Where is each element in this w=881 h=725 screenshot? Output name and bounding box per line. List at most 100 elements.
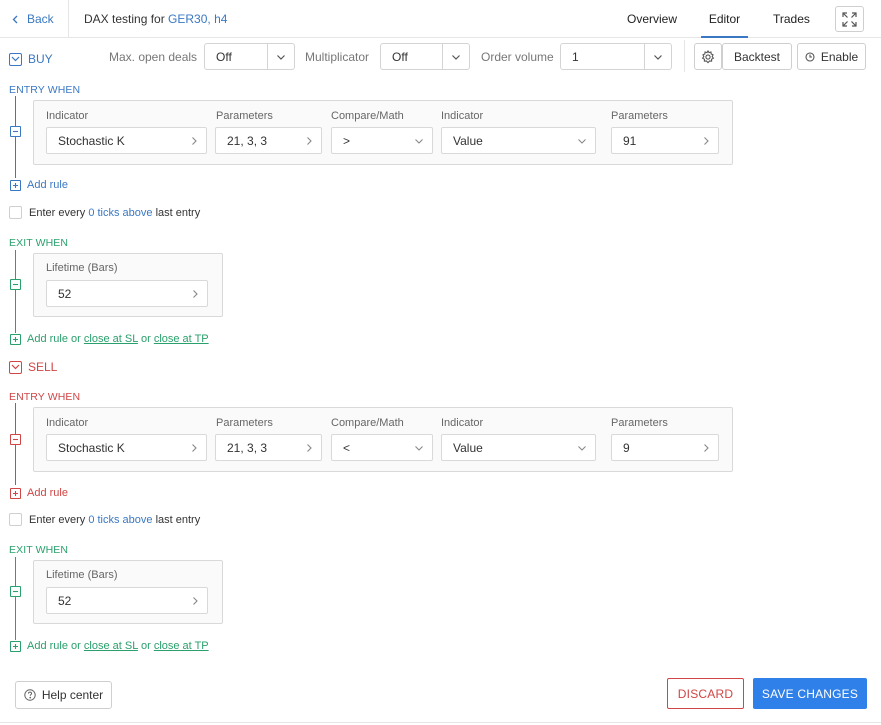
plus-icon[interactable]: [10, 333, 21, 345]
close-at-sl-link[interactable]: close at SL: [84, 333, 138, 345]
plus-icon: [10, 179, 21, 191]
parameters-field[interactable]: 21, 3, 3: [215, 434, 322, 461]
multiplicator-select[interactable]: Off: [380, 43, 470, 70]
backtest-button[interactable]: Backtest: [722, 43, 792, 70]
plus-icon[interactable]: [10, 640, 21, 652]
rule-label-compare: Compare/Math: [331, 417, 404, 429]
chevron-down-icon: [415, 139, 423, 144]
exit-add-text: Add rule or close at SL or close at TP: [27, 640, 209, 652]
parameters-field[interactable]: 21, 3, 3: [215, 127, 322, 154]
sell-add-rule-button[interactable]: Add rule: [10, 487, 68, 499]
ticks-link[interactable]: 0 ticks above: [88, 514, 152, 526]
instrument-link[interactable]: GER30, h4: [168, 12, 227, 26]
sell-exit-add-row: Add rule or close at SL or close at TP: [10, 640, 209, 652]
minus-icon: [13, 283, 18, 286]
chevron-right-icon: [704, 137, 709, 145]
tab-overview[interactable]: Overview: [627, 0, 677, 38]
gear-icon: [701, 49, 715, 63]
order-volume-label: Order volume: [481, 50, 554, 64]
rule-label-indicator2: Indicator: [441, 110, 484, 122]
sell-entry-collapse-button[interactable]: [10, 434, 21, 445]
chevron-down-icon: [578, 446, 586, 451]
buy-exit-collapse-button[interactable]: [10, 279, 21, 290]
page-title: DAX testing for GER30, h4: [84, 12, 227, 26]
chevron-right-icon: [307, 444, 312, 452]
fullscreen-button[interactable]: [835, 6, 864, 32]
sell-toggle[interactable]: SELL: [9, 360, 57, 374]
enable-label: Enable: [820, 49, 859, 64]
buy-chevron-icon: [9, 52, 22, 66]
back-button[interactable]: Back: [0, 0, 69, 38]
compare-value: >: [343, 134, 351, 148]
indicator2-value: Value: [453, 134, 483, 148]
minus-icon: [13, 130, 18, 133]
chevron-down-icon: [654, 55, 662, 60]
close-at-tp-link[interactable]: close at TP: [154, 333, 209, 345]
sell-label: SELL: [28, 360, 58, 374]
buy-entry-collapse-button[interactable]: [10, 126, 21, 137]
buy-toggle[interactable]: BUY: [9, 52, 53, 66]
indicator-field[interactable]: Stochastic K: [46, 127, 207, 154]
minus-icon: [13, 438, 18, 441]
enter-every-text: Enter every 0 ticks above last entry: [29, 513, 201, 526]
exit-add-text: Add rule or close at SL or close at TP: [27, 333, 209, 345]
buy-exit-connector: [15, 250, 16, 333]
close-at-sl-link[interactable]: close at SL: [84, 640, 138, 652]
exit-add-rule-link[interactable]: Add rule: [27, 333, 68, 345]
enter-every-text: Enter every 0 ticks above last entry: [29, 206, 201, 219]
chevron-left-icon: [12, 15, 18, 23]
buy-exit-add-row: Add rule or close at SL or close at TP: [10, 333, 209, 345]
indicator2-value: Value: [453, 441, 483, 455]
compare-select[interactable]: >: [331, 127, 433, 154]
enter-every-checkbox[interactable]: [9, 513, 22, 526]
settings-button[interactable]: [694, 43, 722, 70]
enable-button[interactable]: Enable: [797, 43, 866, 70]
ticks-link[interactable]: 0 ticks above: [88, 207, 152, 219]
add-rule-label: Add rule: [27, 179, 68, 191]
sell-exit-collapse-button[interactable]: [10, 586, 21, 597]
lifetime-value: 52: [58, 287, 72, 301]
lifetime-label: Lifetime (Bars): [46, 569, 118, 581]
indicator-value: Stochastic K: [58, 134, 125, 148]
chevron-down-icon: [452, 55, 460, 60]
lifetime-field[interactable]: 52: [46, 280, 208, 307]
lifetime-field[interactable]: 52: [46, 587, 208, 614]
indicator2-select[interactable]: Value: [441, 434, 596, 461]
compare-select[interactable]: <: [331, 434, 433, 461]
rule-label-compare: Compare/Math: [331, 110, 404, 122]
parameters2-field[interactable]: 91: [611, 127, 719, 154]
indicator-field[interactable]: Stochastic K: [46, 434, 207, 461]
close-at-tp-link[interactable]: close at TP: [154, 640, 209, 652]
help-icon: [24, 689, 36, 701]
save-changes-button[interactable]: SAVE CHANGES: [753, 678, 867, 709]
backtest-label: Backtest: [733, 49, 781, 64]
indicator2-select[interactable]: Value: [441, 127, 596, 154]
indicator-value: Stochastic K: [58, 441, 125, 455]
rule-label-parameters2: Parameters: [611, 417, 668, 429]
multiplicator-label: Multiplicator: [305, 50, 370, 64]
minus-icon: [13, 590, 18, 593]
order-volume-select[interactable]: 1: [560, 43, 672, 70]
buy-add-rule-button[interactable]: Add rule: [10, 179, 68, 191]
multiplicator-value: Off: [392, 50, 408, 64]
select-divider: [442, 44, 443, 69]
parameters2-field[interactable]: 9: [611, 434, 719, 461]
rule-label-indicator: Indicator: [46, 417, 89, 429]
exit-add-rule-link[interactable]: Add rule: [27, 640, 68, 652]
select-divider: [644, 44, 645, 69]
buy-label: BUY: [28, 52, 53, 66]
chevron-right-icon: [704, 444, 709, 452]
toolbar-separator: [684, 40, 685, 72]
help-center-button[interactable]: Help center: [15, 681, 112, 709]
max-open-deals-select[interactable]: Off: [204, 43, 295, 70]
enter-every-checkbox[interactable]: [9, 206, 22, 219]
parameters-value: 21, 3, 3: [227, 134, 268, 148]
rule-label-indicator2: Indicator: [441, 417, 484, 429]
tab-editor[interactable]: Editor: [701, 0, 748, 38]
tab-trades[interactable]: Trades: [773, 0, 810, 38]
discard-button[interactable]: DISCARD: [667, 678, 744, 709]
parameters2-value: 91: [623, 134, 637, 148]
compare-value: <: [343, 441, 351, 455]
lifetime-label: Lifetime (Bars): [46, 262, 118, 274]
help-center-label: Help center: [41, 688, 104, 702]
